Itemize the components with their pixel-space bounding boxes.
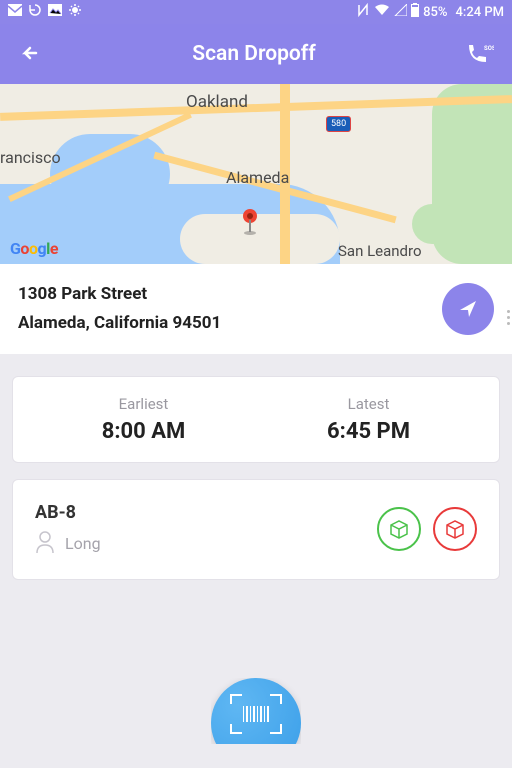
time-window-card: Earliest 8:00 AM Latest 6:45 PM	[12, 376, 500, 463]
map-label-sanleandro: San Leandro	[338, 242, 422, 260]
box-icon	[444, 518, 466, 540]
gmail-icon	[8, 4, 22, 20]
app-bar: Scan Dropoff SOS	[0, 24, 512, 84]
package-id: AB-8	[35, 502, 101, 523]
battery-percent: 85%	[423, 5, 447, 20]
address-line2: Alameda, California 94501	[18, 309, 221, 338]
signal-icon	[394, 4, 407, 20]
battery-icon	[411, 3, 419, 21]
svg-text:SOS: SOS	[484, 45, 494, 52]
settings-icon	[68, 3, 82, 21]
map-pin-icon	[240, 208, 260, 240]
package-card: AB-8 Long	[12, 479, 500, 580]
earliest-label: Earliest	[31, 395, 256, 413]
navigate-button[interactable]	[442, 283, 494, 335]
earliest-value: 8:00 AM	[31, 419, 256, 444]
map-label-oakland: Oakland	[186, 92, 248, 112]
status-bar: 85% 4:24 PM	[0, 0, 512, 24]
sos-call-button[interactable]: SOS	[466, 42, 494, 66]
road-shield: 580	[326, 116, 351, 132]
back-button[interactable]	[18, 42, 42, 66]
map[interactable]: Oakland Alameda rancisco San Leandro 580…	[0, 84, 512, 264]
sync-icon	[28, 3, 42, 21]
package-reject-button[interactable]	[433, 507, 477, 551]
barcode-icon	[243, 706, 269, 722]
person-icon	[35, 531, 55, 557]
scan-button[interactable]	[211, 678, 301, 768]
address-card: 1308 Park Street Alameda, California 945…	[0, 264, 512, 354]
drag-handle-icon[interactable]	[507, 310, 510, 325]
latest-label: Latest	[256, 395, 481, 413]
latest-value: 6:45 PM	[256, 419, 481, 444]
clock: 4:24 PM	[456, 5, 505, 20]
address-line1: 1308 Park Street	[18, 280, 221, 309]
page-title: Scan Dropoff	[192, 42, 315, 66]
map-label-sf: rancisco	[0, 148, 61, 167]
map-label-alameda: Alameda	[226, 168, 289, 187]
box-icon	[388, 518, 410, 540]
google-logo: Google	[10, 239, 58, 258]
nfc-icon	[356, 3, 370, 21]
wifi-icon	[374, 4, 390, 20]
photo-icon	[48, 4, 62, 20]
package-recipient: Long	[65, 534, 101, 553]
package-accept-button[interactable]	[377, 507, 421, 551]
